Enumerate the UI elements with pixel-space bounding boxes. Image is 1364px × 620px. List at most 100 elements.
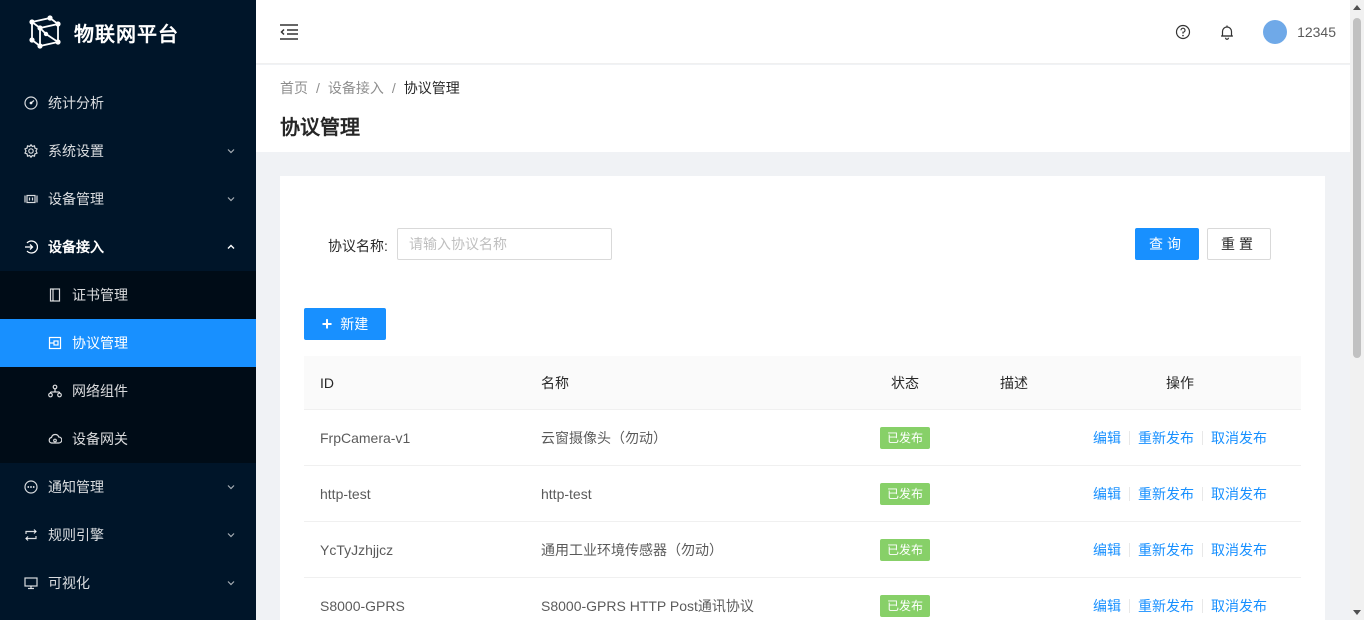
query-button[interactable]: 查询 xyxy=(1135,228,1199,260)
cell-status: 已发布 xyxy=(841,426,969,449)
unpublish-link[interactable]: 取消发布 xyxy=(1211,540,1267,560)
search-label: 协议名称: xyxy=(328,238,388,254)
cell-actions: 编辑 重新发布 取消发布 xyxy=(1059,484,1301,504)
menu-item-rule-engine[interactable]: 规则引擎 xyxy=(0,511,256,559)
unpublish-link[interactable]: 取消发布 xyxy=(1211,484,1267,504)
chevron-up-icon xyxy=(227,244,235,249)
cell-id: FrpCamera-v1 xyxy=(320,429,411,446)
status-badge: 已发布 xyxy=(879,538,930,561)
menu-label: 协议管理 xyxy=(72,335,128,351)
breadcrumb-separator: / xyxy=(316,80,320,96)
table-row: S8000-GPRS S8000-GPRS HTTP Post通讯协议 已发布 … xyxy=(304,578,1301,620)
menu-label: 设备管理 xyxy=(48,191,104,207)
table-row: FrpCamera-v1 云窗摄像头（勿动） 已发布 编辑 重新发布 取消发布 xyxy=(304,410,1301,466)
unpublish-link[interactable]: 取消发布 xyxy=(1211,428,1267,448)
gear-icon xyxy=(24,144,38,158)
swap-icon xyxy=(24,528,38,542)
edit-link[interactable]: 编辑 xyxy=(1093,428,1121,448)
menu-item-device-gateway[interactable]: 设备网关 xyxy=(0,415,256,463)
scrollbar-thumb[interactable] xyxy=(1353,18,1361,358)
new-button[interactable]: + 新建 xyxy=(304,308,386,340)
action-divider xyxy=(1129,598,1130,613)
menu-item-protocol-management[interactable]: 协议管理 xyxy=(0,319,256,367)
menu-item-system-settings[interactable]: 系统设置 xyxy=(0,127,256,175)
menu-item-analytics[interactable]: 统计分析 xyxy=(0,79,256,127)
content-card: 协议名称: 查询 重置 + 新建 ID 名称 状态 描述 操作 FrpCamer… xyxy=(280,176,1325,620)
cell-id: http-test xyxy=(320,485,371,502)
message-icon xyxy=(24,480,38,494)
unpublish-link[interactable]: 取消发布 xyxy=(1211,596,1267,616)
username[interactable]: 12345 xyxy=(1297,24,1336,40)
chevron-down-icon xyxy=(227,533,235,538)
question-circle-icon[interactable] xyxy=(1175,24,1191,40)
breadcrumb-home[interactable]: 首页 xyxy=(280,78,308,98)
action-divider xyxy=(1129,486,1130,501)
republish-link[interactable]: 重新发布 xyxy=(1138,428,1194,448)
protocol-icon xyxy=(48,336,62,350)
action-divider xyxy=(1202,598,1203,613)
edit-link[interactable]: 编辑 xyxy=(1093,484,1121,504)
side-menu: 统计分析 系统设置 设备管理 设备接入 证书管理 协议管理 网络组件 设备网关 … xyxy=(0,79,256,607)
column-header-name: 名称 xyxy=(541,374,569,391)
menu-item-device-access[interactable]: 设备接入 xyxy=(0,223,256,271)
top-header: 12345 xyxy=(256,0,1350,64)
action-divider xyxy=(1202,430,1203,445)
breadcrumb-separator: / xyxy=(391,80,396,96)
protocol-name-input[interactable] xyxy=(397,228,612,260)
menu-label: 证书管理 xyxy=(72,287,128,303)
column-header-description: 描述 xyxy=(1000,374,1028,391)
scroll-up-arrow-icon[interactable] xyxy=(1353,5,1361,10)
edit-link[interactable]: 编辑 xyxy=(1093,596,1121,616)
menu-item-visualization[interactable]: 可视化 xyxy=(0,559,256,607)
avatar[interactable] xyxy=(1263,20,1288,44)
menu-item-notification-management[interactable]: 通知管理 xyxy=(0,463,256,511)
breadcrumb-device-access[interactable]: 设备接入 xyxy=(328,78,384,98)
menu-fold-icon[interactable] xyxy=(280,24,298,40)
status-badge: 已发布 xyxy=(879,482,930,505)
column-header-id: ID xyxy=(320,374,334,391)
chevron-down-icon xyxy=(227,581,235,586)
cube-logo-icon xyxy=(29,15,61,49)
status-badge: 已发布 xyxy=(879,594,930,617)
republish-link[interactable]: 重新发布 xyxy=(1138,484,1194,504)
republish-link[interactable]: 重新发布 xyxy=(1138,596,1194,616)
cell-name: 云窗摄像头（勿动） xyxy=(541,429,667,446)
cell-status: 已发布 xyxy=(841,482,969,505)
cell-status: 已发布 xyxy=(841,538,969,561)
breadcrumb-current: 协议管理 xyxy=(403,80,460,96)
submenu-device-access: 证书管理 协议管理 网络组件 设备网关 xyxy=(0,271,256,463)
page-scrollbar[interactable] xyxy=(1350,0,1364,620)
protocol-table: ID 名称 状态 描述 操作 FrpCamera-v1 云窗摄像头（勿动） 已发… xyxy=(304,356,1301,620)
menu-item-certificate-management[interactable]: 证书管理 xyxy=(0,271,256,319)
column-header-status: 状态 xyxy=(891,374,919,391)
page-title: 协议管理 xyxy=(280,117,360,139)
page-header: 首页 / 设备接入 / 协议管理 协议管理 xyxy=(256,65,1350,152)
republish-link[interactable]: 重新发布 xyxy=(1138,540,1194,560)
plus-icon: + xyxy=(321,314,333,334)
breadcrumb: 首页 / 设备接入 / 协议管理 xyxy=(280,77,1326,99)
action-divider xyxy=(1202,486,1203,501)
cell-id: YcTyJzhjjcz xyxy=(320,541,394,558)
app-title: 物联网平台 xyxy=(74,23,179,46)
file-icon xyxy=(48,288,62,302)
bell-icon[interactable] xyxy=(1219,24,1235,40)
edit-link[interactable]: 编辑 xyxy=(1093,540,1121,560)
table-header: ID 名称 状态 描述 操作 xyxy=(304,356,1301,410)
menu-item-device-management[interactable]: 设备管理 xyxy=(0,175,256,223)
table-row: YcTyJzhjjcz 通用工业环境传感器（勿动） 已发布 编辑 重新发布 取消… xyxy=(304,522,1301,578)
menu-label: 设备网关 xyxy=(72,431,128,447)
cell-actions: 编辑 重新发布 取消发布 xyxy=(1059,596,1301,616)
logo[interactable]: 物联网平台 xyxy=(0,0,256,64)
menu-label: 通知管理 xyxy=(48,479,104,495)
menu-label: 设备接入 xyxy=(48,239,104,255)
cell-id: S8000-GPRS xyxy=(320,597,405,614)
menu-label: 可视化 xyxy=(48,575,90,591)
dashboard-icon xyxy=(24,96,38,110)
status-badge: 已发布 xyxy=(879,426,930,449)
reset-button[interactable]: 重置 xyxy=(1207,228,1271,260)
cloud-icon xyxy=(48,432,62,446)
chevron-down-icon xyxy=(227,485,235,490)
menu-item-network-components[interactable]: 网络组件 xyxy=(0,367,256,415)
scroll-down-arrow-icon[interactable] xyxy=(1353,610,1361,615)
cell-name: http-test xyxy=(541,485,592,502)
